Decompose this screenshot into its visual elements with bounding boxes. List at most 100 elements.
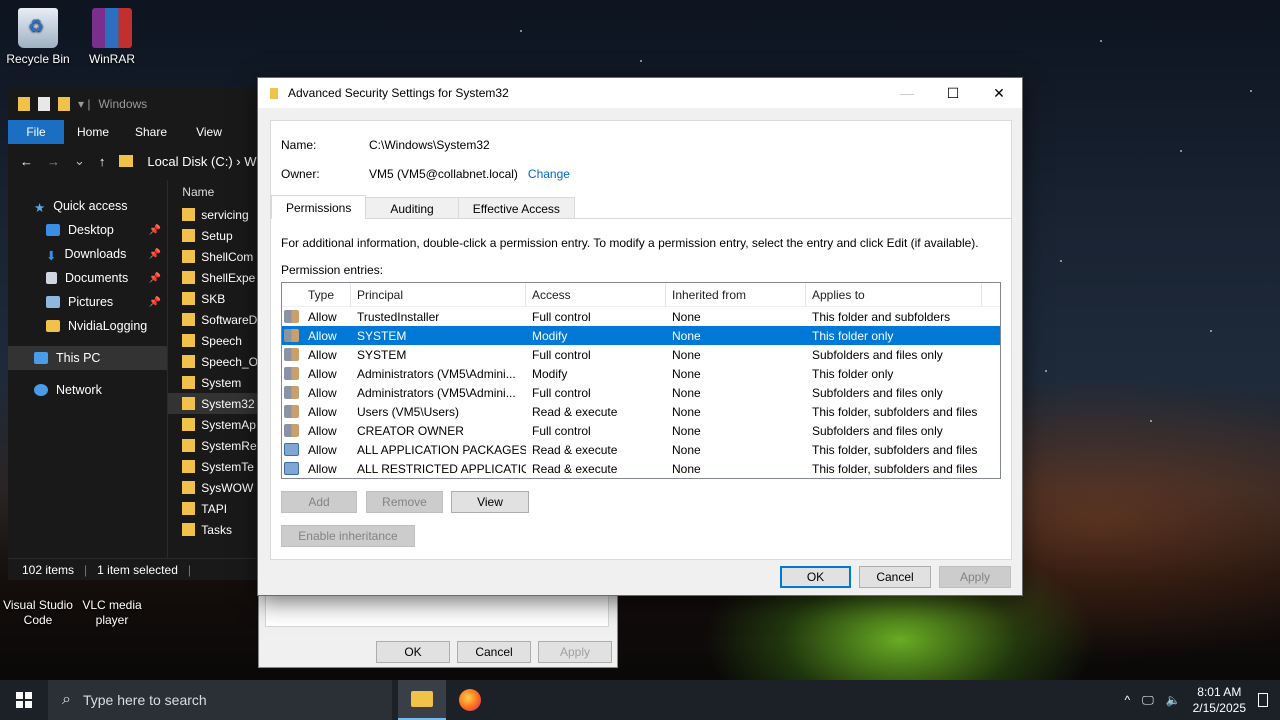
list-item[interactable]: servicing	[168, 204, 258, 225]
ok-button[interactable]: OK	[780, 566, 851, 588]
table-row[interactable]: Allow TrustedInstaller Full control None Thi…	[282, 307, 1000, 326]
cancel-button[interactable]: Cancel	[859, 566, 931, 588]
status-bar: 102 items | 1 item selected |	[8, 558, 258, 580]
list-item[interactable]: ShellExpe	[168, 267, 258, 288]
column-header-name[interactable]: Name	[168, 180, 258, 204]
clock-date: 2/15/2025	[1192, 701, 1246, 715]
taskbar-file-explorer[interactable]	[398, 680, 446, 720]
desktop-icon-winrar[interactable]: WinRAR	[74, 8, 150, 66]
table-row[interactable]: Allow Administrators (VM5\Admini... Full c…	[282, 383, 1000, 402]
maximize-button[interactable]: ☐	[930, 78, 976, 108]
nav-item-pictures[interactable]: Pictures 📌	[8, 290, 167, 314]
tab-permissions[interactable]: Permissions	[271, 195, 367, 219]
file-name: Speech	[201, 333, 242, 348]
nav-item-quick-access[interactable]: ★ Quick access	[8, 194, 167, 218]
new-folder-icon[interactable]	[58, 97, 70, 111]
start-button[interactable]	[0, 680, 48, 720]
table-row[interactable]: Allow SYSTEM Full control None Subfolders an…	[282, 345, 1000, 364]
up-arrow-icon[interactable]: ↑	[99, 154, 106, 169]
table-row[interactable]: Allow Users (VM5\Users) Read & execute None…	[282, 402, 1000, 421]
cell-principal: Users (VM5\Users)	[357, 404, 460, 419]
nav-label: This PC	[56, 351, 101, 365]
file-explorer-window[interactable]: ▾ | Windows File Home Share View ← → ⌄ ↑…	[8, 88, 258, 580]
table-row[interactable]: Allow SYSTEM Modify None This folder only	[282, 326, 1000, 345]
desktop-icon-recycle-bin[interactable]: Recycle Bin	[0, 8, 76, 66]
desktop-icon-vlc[interactable]: VLC media player	[74, 598, 150, 628]
view-button[interactable]: View	[451, 491, 529, 513]
nav-item-network[interactable]: Network	[8, 378, 167, 402]
volume-muted-icon[interactable]: 🔈	[1166, 693, 1181, 707]
list-item[interactable]: Speech	[168, 330, 258, 351]
taskbar-search[interactable]: ⌕ Type here to search	[48, 680, 392, 720]
properties-icon[interactable]	[38, 97, 50, 111]
column-header-applies-to[interactable]: Applies to	[806, 283, 982, 306]
remove-button: Remove	[366, 491, 443, 513]
column-header-access[interactable]: Access	[526, 283, 666, 306]
tab-auditing[interactable]: Auditing	[365, 197, 459, 219]
list-item[interactable]: TAPI	[168, 498, 258, 519]
nav-item-this-pc[interactable]: This PC	[8, 346, 168, 370]
owner-row: Owner: VM5 (VM5@collabnet.local) Change	[281, 167, 570, 181]
name-value: C:\Windows\System32	[369, 138, 490, 152]
user-group-icon	[284, 367, 299, 380]
desktop-icon-vscode[interactable]: Visual Studio Code	[0, 598, 76, 628]
ribbon-tab-home[interactable]: Home	[64, 120, 122, 144]
list-item[interactable]: Setup	[168, 225, 258, 246]
clock[interactable]: 8:01 AM 2/15/2025	[1193, 684, 1246, 716]
folder-icon	[18, 97, 30, 111]
list-item[interactable]: SystemRe	[168, 435, 258, 456]
user-group-icon	[284, 348, 299, 361]
cell-access: Full control	[532, 385, 591, 400]
nav-item-desktop[interactable]: Desktop 📌	[8, 218, 167, 242]
column-header-inherited-from[interactable]: Inherited from	[666, 283, 806, 306]
table-row[interactable]: Allow ALL RESTRICTED APPLICATIO... Read & …	[282, 459, 1000, 478]
name-label: Name:	[281, 138, 317, 152]
list-item[interactable]: SKB	[168, 288, 258, 309]
file-name: System	[201, 375, 242, 390]
list-item[interactable]: System	[168, 372, 258, 393]
nav-item-downloads[interactable]: ⬇ Downloads 📌	[8, 242, 167, 266]
forward-arrow-icon[interactable]: →	[47, 154, 60, 169]
tab-effective-access[interactable]: Effective Access	[457, 197, 575, 219]
list-item[interactable]: SysWOW	[168, 477, 258, 498]
list-item[interactable]: SystemAp	[168, 414, 258, 435]
cell-principal: Administrators (VM5\Admini...	[357, 385, 516, 400]
list-item[interactable]: SoftwareD	[168, 309, 258, 330]
cell-principal: SYSTEM	[357, 328, 407, 343]
table-row[interactable]: Allow ALL APPLICATION PACKAGES Read & exec…	[282, 440, 1000, 459]
cell-applies-to: This folder only	[812, 366, 894, 381]
row-icon-cell	[282, 383, 302, 402]
props-ok-button[interactable]: OK	[376, 641, 450, 663]
list-item[interactable]: ShellCom	[168, 246, 258, 267]
pin-icon: 📌	[148, 272, 162, 284]
props-cancel-button[interactable]: Cancel	[457, 641, 531, 663]
list-item[interactable]: Speech_O	[168, 351, 258, 372]
list-item[interactable]: System32	[168, 393, 258, 414]
ribbon-tab-file[interactable]: File	[8, 120, 64, 144]
column-header-type[interactable]: Type	[302, 283, 351, 306]
folder-icon	[182, 523, 196, 536]
list-item[interactable]: Tasks	[168, 519, 258, 540]
list-item[interactable]: SystemTe	[168, 456, 258, 477]
nav-item-nvidialogging[interactable]: NvidiaLogging	[8, 314, 167, 338]
chevron-down-icon[interactable]: ▾ |	[78, 97, 90, 111]
change-owner-link[interactable]: Change	[528, 167, 570, 181]
network-icon[interactable]: 🖵	[1142, 693, 1154, 708]
close-button[interactable]: ✕	[976, 78, 1022, 108]
status-item-count: 102 items	[22, 562, 75, 577]
back-arrow-icon[interactable]: ←	[20, 154, 33, 169]
table-row[interactable]: Allow Administrators (VM5\Admini... Modify…	[282, 364, 1000, 383]
notifications-icon[interactable]	[1258, 693, 1268, 707]
chevron-up-icon[interactable]: ^	[1124, 693, 1130, 707]
permission-entries-list[interactable]: Type Principal Access Inherited from App…	[281, 282, 1001, 479]
table-row[interactable]: Allow CREATOR OWNER Full control None Subfol…	[282, 421, 1000, 440]
ribbon-tab-view[interactable]: View	[180, 120, 238, 144]
breadcrumb[interactable]: Local Disk (C:) › W	[147, 154, 256, 169]
nav-item-documents[interactable]: Documents 📌	[8, 266, 167, 290]
user-group-icon	[284, 329, 299, 342]
chevron-down-icon[interactable]: ⌄	[74, 153, 85, 169]
ribbon-tab-share[interactable]: Share	[122, 120, 180, 144]
winrar-icon	[92, 8, 132, 48]
taskbar-firefox[interactable]	[446, 680, 494, 720]
column-header-principal[interactable]: Principal	[351, 283, 526, 306]
